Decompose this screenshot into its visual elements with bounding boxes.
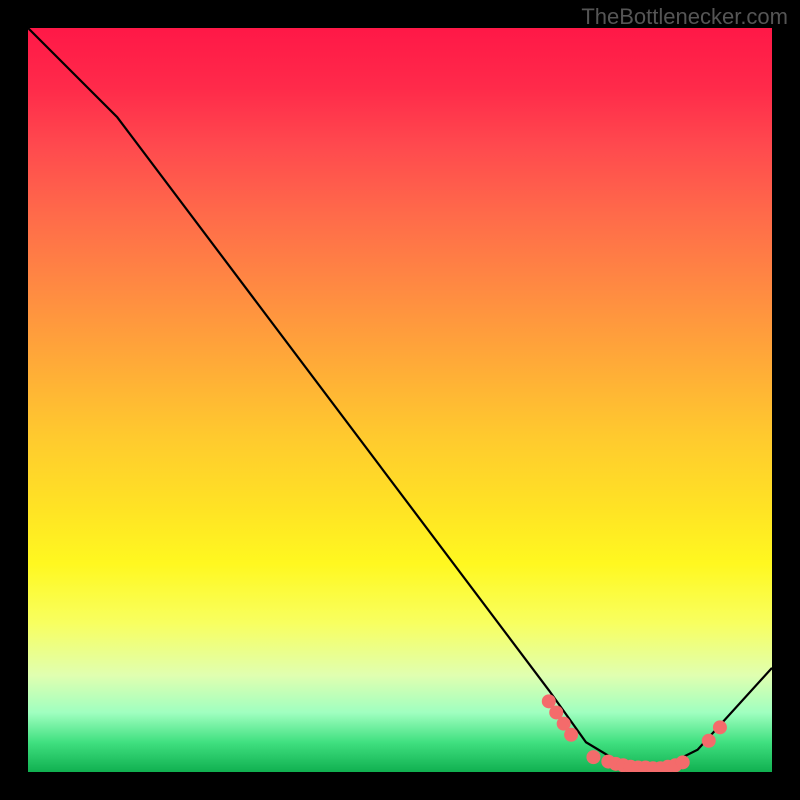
chart-marker [564,728,578,742]
chart-marker [713,720,727,734]
chart-marker [702,734,716,748]
chart-marker [676,755,690,769]
chart-markers [542,694,727,772]
chart-line [28,28,772,768]
chart-plot-area [28,28,772,772]
chart-svg [28,28,772,772]
watermark-text: TheBottlenecker.com [581,4,788,30]
bottleneck-curve [28,28,772,768]
chart-marker [586,750,600,764]
